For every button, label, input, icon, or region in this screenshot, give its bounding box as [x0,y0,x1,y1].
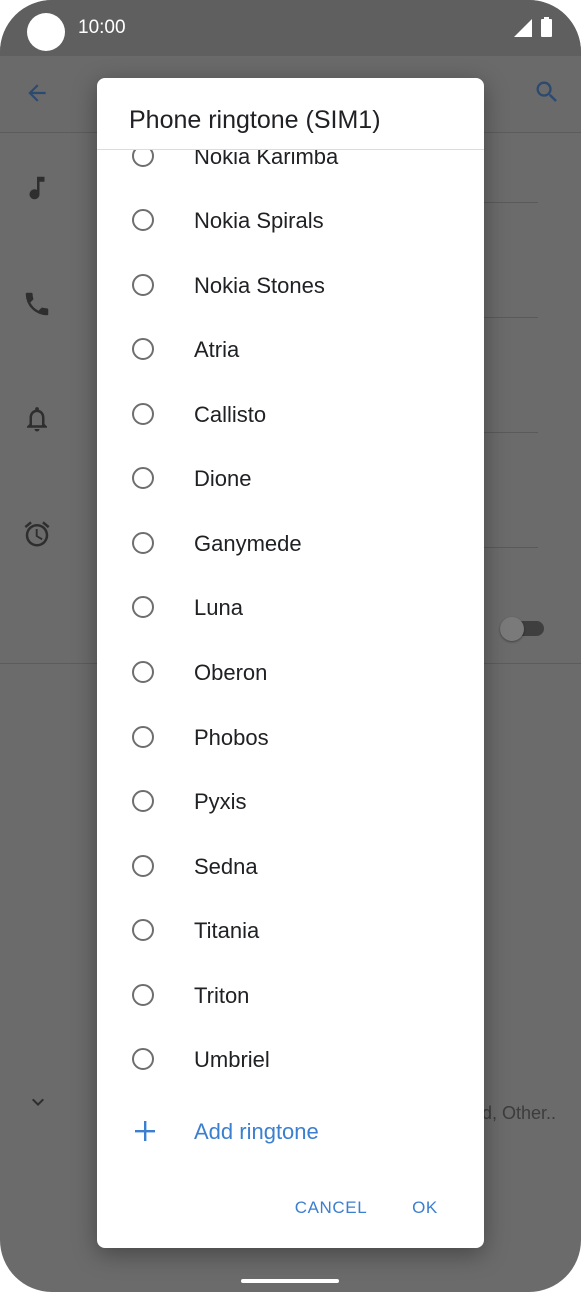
ringtone-label: Nokia Stones [194,273,325,298]
ringtone-label: Atria [194,337,240,362]
music-note-icon [29,176,45,200]
ringtone-option[interactable]: Nokia Spirals [97,190,484,254]
radio-button[interactable] [132,984,154,1006]
ringtone-option[interactable]: Phobos [97,707,484,771]
ringtone-label: Titania [194,918,260,943]
ringtone-option[interactable]: Callisto [97,384,484,448]
ringtone-label: Dione [194,466,252,491]
add-ringtone-button[interactable]: Add ringtone [97,1099,484,1163]
ok-button[interactable]: OK [405,1188,445,1228]
plus-icon [135,1121,155,1141]
bell-icon [27,407,47,432]
ringtone-option[interactable]: Atria [97,319,484,383]
phone-screen: 10:00 d, Other.. Phone ringtone (SIM1) N… [0,0,581,1292]
radio-button[interactable] [132,790,154,812]
status-time: 10:00 [78,17,126,38]
radio-button[interactable] [132,209,154,231]
ringtone-option[interactable]: Titania [97,900,484,964]
radio-button[interactable] [132,532,154,554]
ringtone-option[interactable]: Triton [97,965,484,1029]
ringtone-list[interactable]: Nokia Karimba Nokia Spirals Nokia Stones… [97,150,484,1164]
ringtone-label: Nokia Karimba [194,150,339,169]
ringtone-label: Luna [194,595,243,620]
ringtone-option[interactable]: Nokia Karimba [97,150,484,190]
background-advanced-summary: d, Other.. [482,1103,557,1123]
dialog-title: Phone ringtone (SIM1) [129,106,381,134]
ringtone-option[interactable]: Pyxis [97,771,484,835]
background-divider [484,432,538,433]
arrow-back-icon [28,84,46,102]
radio-button[interactable] [132,150,154,167]
ringtone-label: Phobos [194,725,269,750]
alarm-icon [24,521,50,547]
search-icon [536,81,557,102]
background-toggle [500,617,544,641]
ringtone-label: Callisto [194,402,267,427]
ringtone-dialog: Phone ringtone (SIM1) Nokia Karimba Noki… [97,78,484,1248]
cancel-button[interactable]: CANCEL [289,1188,373,1228]
add-ringtone-label: Add ringtone [194,1119,319,1144]
ringtone-label: Oberon [194,660,268,685]
ringtone-label: Nokia Spirals [194,208,324,233]
radio-button[interactable] [132,726,154,748]
ringtone-label: Umbriel [194,1047,270,1072]
ringtone-option[interactable]: Ganymede [97,513,484,577]
status-bar: 10:00 [0,0,581,56]
ringtone-label: Sedna [194,854,258,879]
radio-button[interactable] [132,1048,154,1070]
ringtone-option[interactable]: Oberon [97,642,484,706]
radio-button[interactable] [132,338,154,360]
radio-button[interactable] [132,855,154,877]
chevron-down-icon [32,1098,44,1106]
ringtone-label: Ganymede [194,531,302,556]
ringtone-label: Pyxis [194,789,247,814]
phone-icon [25,292,49,316]
background-divider [484,547,538,548]
navigation-handle[interactable] [241,1279,339,1283]
background-divider [484,202,538,203]
radio-button[interactable] [132,596,154,618]
radio-button[interactable] [132,274,154,296]
ringtone-option[interactable]: Nokia Stones [97,255,484,319]
radio-button[interactable] [132,919,154,941]
radio-button[interactable] [132,467,154,489]
ringtone-option[interactable]: Sedna [97,836,484,900]
radio-button[interactable] [132,403,154,425]
front-camera [27,13,65,51]
radio-button[interactable] [132,661,154,683]
signal-icon [514,19,532,37]
ringtone-option[interactable]: Luna [97,577,484,641]
battery-icon [541,17,552,37]
ringtone-label: Triton [194,983,250,1008]
ringtone-option[interactable]: Dione [97,448,484,512]
background-divider [484,317,538,318]
ringtone-option[interactable]: Umbriel [97,1029,484,1093]
